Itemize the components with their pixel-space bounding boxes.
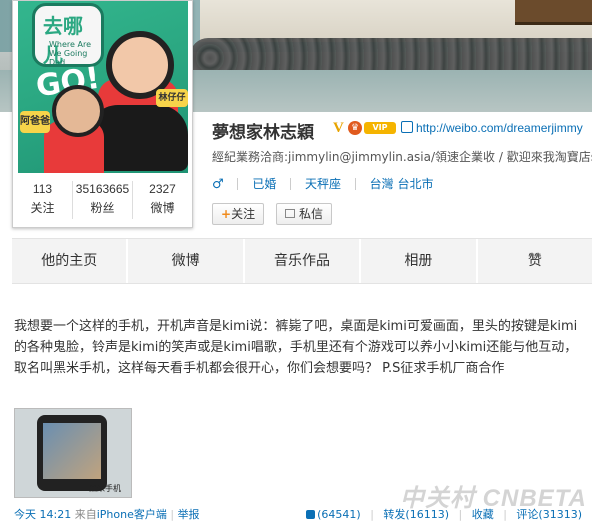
divider xyxy=(290,178,292,190)
divider: | xyxy=(170,508,175,521)
tab-likes[interactable]: 赞 xyxy=(478,239,592,283)
post-text: 我想要一个这样的手机，开机声音是kimi说：裤毙了吧，桌面是kimi可爱画面，里… xyxy=(14,319,578,376)
stat-followers[interactable]: 35163665 粉丝 xyxy=(73,181,133,219)
divider: | xyxy=(370,508,374,521)
like-count: (64541) xyxy=(317,508,361,521)
comment-button[interactable]: 评论(31313) xyxy=(516,508,582,521)
profile-meta: ♂ 已婚 天秤座 台灣 台北市 xyxy=(212,175,433,192)
message-button[interactable]: 私信 xyxy=(276,203,333,225)
zodiac[interactable]: 天秤座 xyxy=(305,177,341,191)
location[interactable]: 台灣 台北市 xyxy=(370,177,434,191)
report-link[interactable]: 举报 xyxy=(178,508,200,521)
stat-label: 微博 xyxy=(150,201,175,215)
post-source[interactable]: iPhone客户端 xyxy=(97,508,167,521)
stat-label: 关注 xyxy=(30,201,55,215)
tab-album[interactable]: 相册 xyxy=(361,239,478,283)
marital-status[interactable]: 已婚 xyxy=(252,177,276,191)
crown-icon[interactable]: ♛ xyxy=(348,121,362,135)
post-time[interactable]: 今天 14:21 xyxy=(14,508,71,521)
vip-badge[interactable]: VIP xyxy=(364,122,396,134)
badge-left: 阿爸爸 xyxy=(20,111,50,133)
message-label: 私信 xyxy=(299,207,324,221)
source-prefix: 来自 xyxy=(74,508,97,521)
stat-value: 113 xyxy=(32,182,53,196)
tab-music[interactable]: 音乐作品 xyxy=(245,239,362,283)
profile-url: http://weibo.com/dreamerjimmy xyxy=(416,121,583,135)
stat-label: 粉丝 xyxy=(90,201,115,215)
thumbs-up-icon xyxy=(306,510,316,519)
profile-card: 去哪儿 Where Are We Going Dad GO! 阿爸爸 林仔仔 1… xyxy=(12,0,193,228)
mail-icon xyxy=(285,209,295,218)
stat-posts[interactable]: 2327 微博 xyxy=(133,181,192,219)
show-logo: 去哪儿 Where Are We Going Dad xyxy=(32,3,104,67)
tab-home[interactable]: 他的主页 xyxy=(12,239,129,283)
profile-tabs: 他的主页 微博 音乐作品 相册 赞 xyxy=(12,238,592,284)
profile-name: 夢想家林志穎 xyxy=(212,123,314,143)
divider: | xyxy=(503,508,507,521)
verified-icon[interactable]: V xyxy=(333,120,344,137)
profile-stats: 113 关注 35163665 粉丝 2327 微博 xyxy=(13,181,192,219)
avatar[interactable]: 去哪儿 Where Are We Going Dad GO! 阿爸爸 林仔仔 xyxy=(18,1,188,173)
profile-description: 經紀業務洽商:jimmylin@jimmylin.asia/領速企業收 / 歡迎… xyxy=(212,150,592,164)
tab-weibo[interactable]: 微博 xyxy=(128,239,245,283)
dad-head xyxy=(52,85,104,137)
profile-url-link[interactable]: http://weibo.com/dreamerjimmy xyxy=(401,121,583,135)
favorite-button[interactable]: 收藏 xyxy=(472,508,494,521)
divider: | xyxy=(458,508,463,521)
badge-right: 林仔仔 xyxy=(156,89,188,107)
stat-value: 35163665 xyxy=(75,182,130,196)
divider xyxy=(237,178,239,190)
repost-button[interactable]: 转发(16113) xyxy=(383,508,449,521)
image-caption: 黑米手机 xyxy=(89,484,121,493)
post-actions: (64541) | 转发(16113) | 收藏 | 评论(31313) xyxy=(306,506,582,522)
phone-screen xyxy=(43,423,101,479)
post-image[interactable]: 黑米手机 xyxy=(14,408,132,498)
cover-hut xyxy=(515,0,592,25)
plus-icon: + xyxy=(221,207,232,221)
stat-value: 2327 xyxy=(149,182,176,196)
divider xyxy=(354,178,356,190)
male-icon: ♂ xyxy=(212,177,224,192)
follow-button[interactable]: +关注 xyxy=(212,203,265,225)
stat-following[interactable]: 113 关注 xyxy=(13,181,73,219)
follow-label: 关注 xyxy=(231,207,256,221)
like-button[interactable]: (64541) xyxy=(306,508,361,521)
link-icon xyxy=(401,121,413,133)
